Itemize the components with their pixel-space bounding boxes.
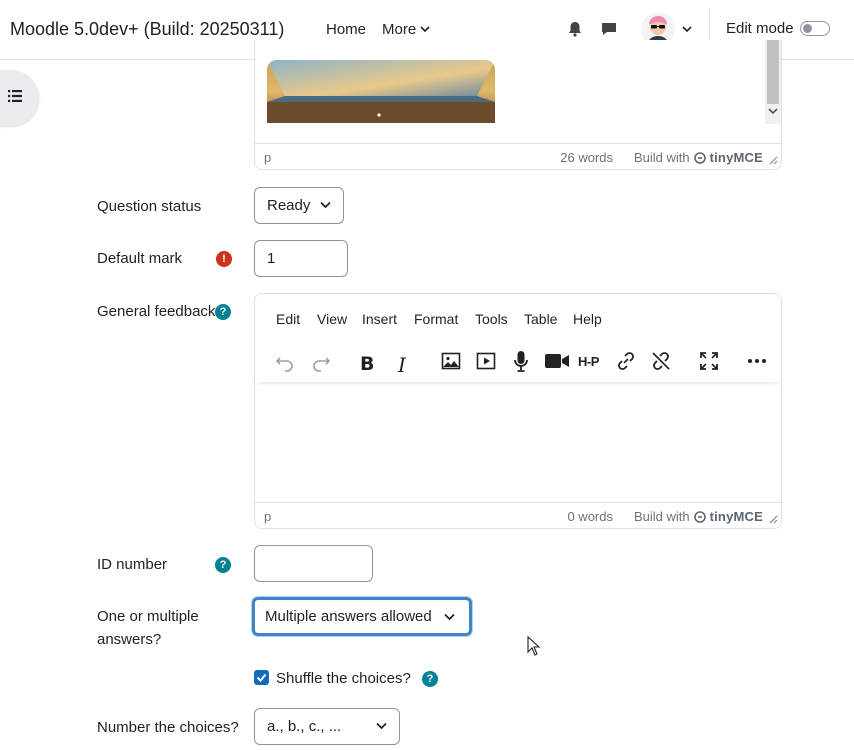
mouse-cursor-icon xyxy=(527,636,541,656)
word-count[interactable]: 26 words xyxy=(560,150,613,165)
help-icon[interactable]: ? xyxy=(215,304,231,320)
id-number-label: ID number xyxy=(97,556,168,573)
numbering-label: Number the choices? xyxy=(97,719,239,736)
chevron-down-icon xyxy=(444,613,455,621)
resize-handle-icon[interactable] xyxy=(769,515,778,524)
italic-icon[interactable]: I xyxy=(398,353,420,377)
editor-menubar: Edit View Insert Format Tools Table Help xyxy=(255,294,781,340)
tinymce-brand-text: tinyMCE xyxy=(709,150,763,165)
fullscreen-icon[interactable] xyxy=(698,350,720,372)
feedback-content-area[interactable] xyxy=(255,384,781,501)
tinymce-logo-icon xyxy=(693,151,706,164)
help-icon[interactable]: ? xyxy=(215,557,231,573)
element-path[interactable]: p xyxy=(264,150,271,165)
menu-view[interactable]: View xyxy=(317,311,347,327)
menu-insert[interactable]: Insert xyxy=(362,311,397,327)
more-icon[interactable] xyxy=(746,350,768,372)
site-brand[interactable]: Moodle 5.0dev+ (Build: 20250311) xyxy=(10,19,284,40)
question-text-editor[interactable]: p 26 words Build with tinyMCE xyxy=(254,40,782,170)
element-path[interactable]: p xyxy=(264,509,271,524)
single-answer-label: One or multiple answers? xyxy=(97,608,199,648)
image-icon[interactable] xyxy=(440,350,462,372)
chevron-down-icon xyxy=(420,26,430,33)
shuffle-checkbox[interactable] xyxy=(254,670,269,685)
nav-more-label: More xyxy=(382,21,417,38)
single-answer-select[interactable]: Multiple answers allowed xyxy=(252,597,472,636)
tinymce-branding[interactable]: Build with tinyMCE xyxy=(634,150,763,165)
link-icon[interactable] xyxy=(615,350,637,372)
tinymce-brand-text: tinyMCE xyxy=(709,509,763,524)
nav-home-link[interactable]: Home xyxy=(326,21,366,38)
checkmark-icon xyxy=(256,673,267,682)
editor-toolbar: B I H-P xyxy=(255,340,781,382)
id-number-input[interactable] xyxy=(254,545,373,582)
menu-tools[interactable]: Tools xyxy=(475,311,508,327)
menu-format[interactable]: Format xyxy=(414,311,458,327)
menu-help[interactable]: Help xyxy=(573,311,602,327)
default-mark-label: Default mark xyxy=(97,250,183,267)
scrollbar-thumb[interactable] xyxy=(767,40,779,104)
build-with-text: Build with xyxy=(633,509,690,524)
general-feedback-label: General feedback xyxy=(97,303,216,320)
bold-icon[interactable]: B xyxy=(360,353,382,375)
edit-mode-label: Edit mode xyxy=(726,20,794,37)
tinymce-branding[interactable]: Build with tinyMCE xyxy=(634,509,763,524)
message-icon[interactable] xyxy=(600,20,618,38)
media-icon[interactable] xyxy=(475,350,497,372)
course-index-toggle[interactable] xyxy=(0,70,39,126)
question-status-label: Question status xyxy=(97,198,202,215)
shuffle-label[interactable]: Shuffle the choices? xyxy=(276,667,411,690)
editor-statusbar: p 0 words Build with tinyMCE xyxy=(255,502,781,528)
undo-icon[interactable] xyxy=(274,350,296,372)
edit-mode-toggle[interactable] xyxy=(800,21,830,36)
build-with-text: Build with xyxy=(633,150,690,165)
default-mark-input[interactable]: 1 xyxy=(254,240,348,277)
resize-handle-icon[interactable] xyxy=(769,156,778,165)
microphone-icon[interactable] xyxy=(510,350,532,372)
unlink-icon[interactable] xyxy=(650,350,672,372)
single-answer-value: Multiple answers allowed xyxy=(265,608,432,625)
scroll-down-arrow-icon[interactable] xyxy=(768,108,778,115)
question-status-value: Ready xyxy=(267,197,311,214)
video-camera-icon[interactable] xyxy=(544,350,570,372)
help-icon[interactable]: ? xyxy=(422,671,438,687)
numbering-value: a., b., c., ... xyxy=(267,718,342,735)
general-feedback-editor[interactable]: Edit View Insert Format Tools Table Help… xyxy=(254,293,782,529)
question-status-select[interactable]: Ready xyxy=(254,187,344,224)
tinymce-logo-icon xyxy=(693,510,706,523)
list-icon xyxy=(8,90,22,102)
chevron-down-icon xyxy=(320,201,331,209)
nav-more-menu[interactable]: More xyxy=(382,21,430,38)
menu-edit[interactable]: Edit xyxy=(276,311,300,327)
user-menu-chevron-icon[interactable] xyxy=(682,26,692,33)
bell-icon[interactable] xyxy=(566,20,584,38)
editor-statusbar: p 26 words Build with tinyMCE xyxy=(255,143,781,169)
menu-table[interactable]: Table xyxy=(524,311,557,327)
h5p-icon[interactable]: H-P xyxy=(578,354,604,376)
numbering-select[interactable]: a., b., c., ... xyxy=(254,708,400,745)
chevron-down-icon xyxy=(376,722,387,730)
required-icon: ! xyxy=(216,251,232,267)
word-count[interactable]: 0 words xyxy=(567,509,613,524)
editor-scrollbar[interactable] xyxy=(765,40,781,124)
redo-icon[interactable] xyxy=(310,350,332,372)
